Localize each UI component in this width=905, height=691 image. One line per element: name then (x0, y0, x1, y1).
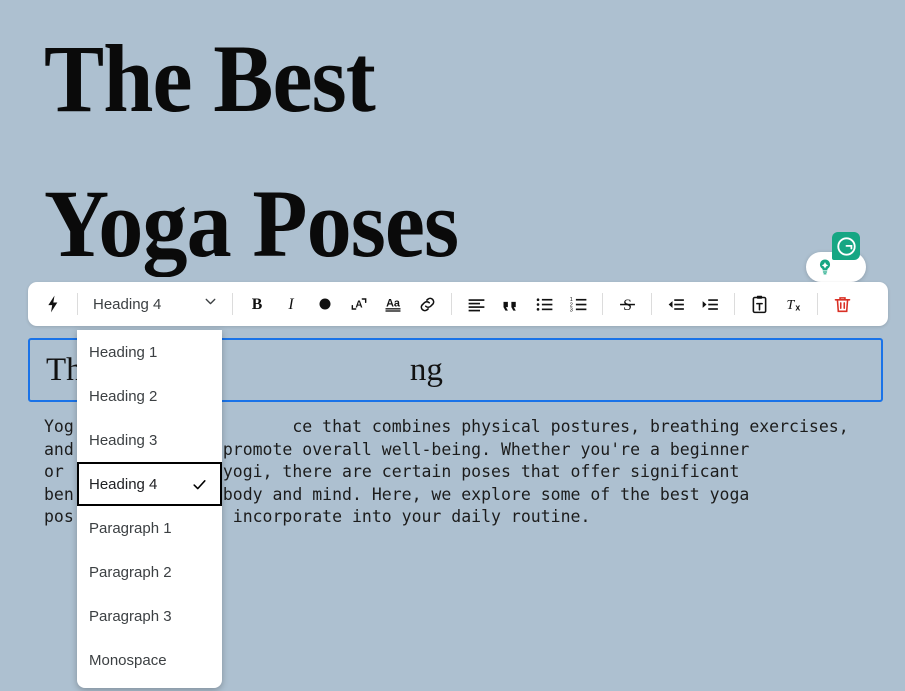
dropdown-item-paragraph-3[interactable]: Paragraph 3 (77, 594, 222, 638)
strikethrough-button[interactable]: S (610, 287, 644, 321)
checkmark-icon (191, 476, 208, 493)
dropdown-item-monospace[interactable]: Monospace (77, 638, 222, 682)
block-style-dropdown-menu[interactable]: Heading 1 Heading 2 Heading 3 Heading 4 … (77, 330, 222, 688)
toolbar-divider (651, 293, 652, 315)
dropdown-item-label: Paragraph 3 (89, 607, 172, 625)
svg-text:3: 3 (569, 307, 572, 313)
dropdown-item-label: Heading 3 (89, 431, 158, 449)
dropdown-item-label: Heading 2 (89, 387, 158, 405)
indent-button[interactable] (693, 287, 727, 321)
bold-button[interactable]: B (240, 287, 274, 321)
toolbar-divider (817, 293, 818, 315)
paste-as-text-button[interactable] (742, 287, 776, 321)
align-left-button[interactable] (459, 287, 493, 321)
chevron-down-icon (202, 293, 219, 315)
grammarly-g-icon[interactable] (832, 232, 860, 260)
link-button[interactable] (410, 287, 444, 321)
dropdown-item-heading-2[interactable]: Heading 2 (77, 374, 222, 418)
text-color-button[interactable] (308, 287, 342, 321)
svg-text:x: x (795, 302, 800, 312)
toolbar-divider (734, 293, 735, 315)
svg-text:A: A (355, 299, 362, 310)
dropdown-item-label: Monospace (89, 651, 167, 669)
dropdown-item-heading-4[interactable]: Heading 4 (77, 462, 222, 506)
dropdown-item-heading-1[interactable]: Heading 1 (77, 330, 222, 374)
svg-text:T: T (786, 297, 795, 312)
dropdown-item-label: Heading 1 (89, 343, 158, 361)
dropdown-item-label: Paragraph 1 (89, 519, 172, 537)
svg-text:Aa: Aa (386, 298, 401, 310)
page-title: The Best Yoga Poses (44, 25, 459, 277)
numbered-list-button[interactable]: 1 2 3 (561, 287, 595, 321)
editor-toolbar: Heading 4 B I A Aa 1 2 3 T x (28, 282, 888, 326)
toolbar-divider (602, 293, 603, 315)
lightning-bolt-icon[interactable] (36, 287, 70, 321)
bulleted-list-button[interactable] (527, 287, 561, 321)
font-size-button[interactable]: A (342, 287, 376, 321)
svg-text:B: B (252, 296, 263, 313)
dropdown-item-paragraph-1[interactable]: Paragraph 1 (77, 506, 222, 550)
clear-formatting-button[interactable]: T x (776, 287, 810, 321)
dropdown-item-label: Heading 4 (89, 475, 158, 493)
delete-button[interactable] (825, 287, 859, 321)
italic-button[interactable]: I (274, 287, 308, 321)
editor-page: The Best Yoga Poses The Best Yoga Poses … (0, 0, 905, 691)
toolbar-divider (232, 293, 233, 315)
block-style-select[interactable]: Heading 4 (85, 287, 225, 321)
dropdown-item-label: Paragraph 2 (89, 563, 172, 581)
text-highlight-button[interactable]: Aa (376, 287, 410, 321)
toolbar-divider (77, 293, 78, 315)
blockquote-button[interactable] (493, 287, 527, 321)
block-style-select-value: Heading 4 (93, 295, 162, 313)
outdent-button[interactable] (659, 287, 693, 321)
svg-text:I: I (287, 296, 294, 313)
lightbulb-icon (815, 257, 835, 277)
dropdown-item-paragraph-2[interactable]: Paragraph 2 (77, 550, 222, 594)
toolbar-divider (451, 293, 452, 315)
dropdown-item-heading-3[interactable]: Heading 3 (77, 418, 222, 462)
